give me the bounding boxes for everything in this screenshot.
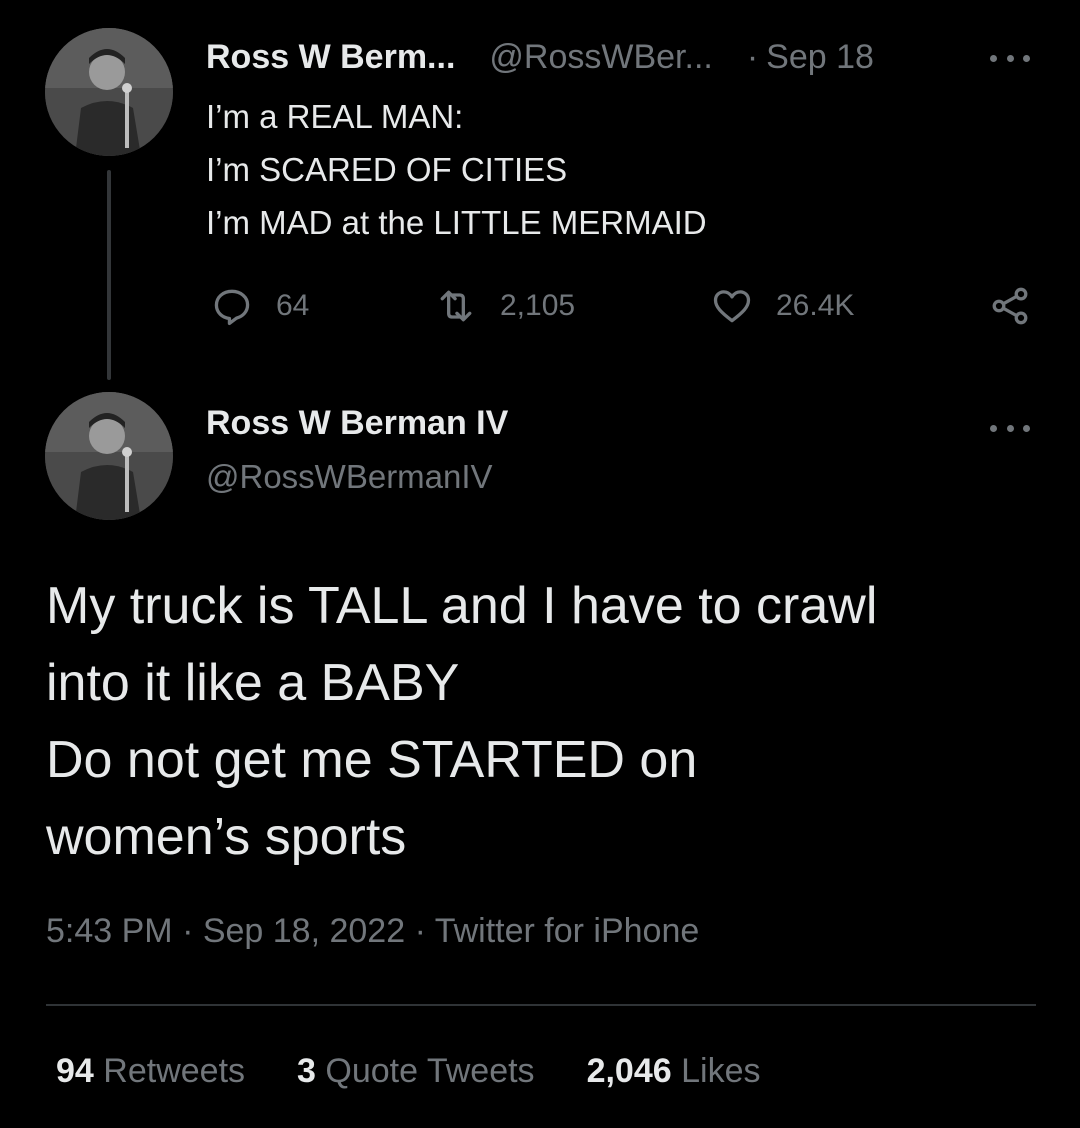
quote-tweets-stat[interactable]: 3 Quote Tweets [297, 1052, 535, 1091]
reply-icon [214, 289, 250, 326]
like-count: 26.4K [776, 289, 855, 322]
likes-stat[interactable]: 2,046 Likes [587, 1052, 761, 1091]
profile-photo [45, 392, 173, 520]
tweet-date[interactable]: Sep 18 [766, 38, 874, 77]
like-button[interactable]: 26.4K [710, 284, 854, 328]
more-icon[interactable] [990, 48, 1030, 68]
display-name[interactable]: Ross W Berman IV [206, 404, 508, 443]
avatar[interactable] [45, 392, 173, 520]
tweet-line: I’m MAD at the LITTLE MERMAID [206, 204, 707, 241]
share-icon [992, 287, 1028, 325]
quotes-count: 3 [297, 1052, 316, 1090]
likes-label: Likes [681, 1052, 761, 1090]
display-name[interactable]: Ross W Berm... [206, 38, 455, 77]
handle[interactable]: @RossWBer... [489, 38, 712, 77]
avatar[interactable] [45, 28, 173, 156]
retweet-icon [440, 290, 472, 322]
divider [46, 1004, 1036, 1006]
tweet-line: women’s sports [46, 808, 407, 866]
retweets-stat[interactable]: 94 Retweets [56, 1052, 245, 1091]
main-tweet-text: My truck is TALL and I have to crawl int… [46, 568, 1046, 876]
tweet-line: My truck is TALL and I have to crawl [46, 577, 878, 635]
parent-tweet-text: I’m a REAL MAN: I’m SCARED OF CITIES I’m… [206, 90, 707, 249]
handle[interactable]: @RossWBermanIV [206, 458, 493, 496]
tweet-stats: 94 Retweets 3 Quote Tweets 2,046 Likes [56, 1052, 812, 1091]
thread-connector [107, 170, 111, 380]
retweets-label: Retweets [103, 1052, 246, 1090]
retweets-count: 94 [56, 1052, 94, 1090]
tweet-line: I’m SCARED OF CITIES [206, 151, 568, 188]
more-icon[interactable] [990, 418, 1030, 438]
share-button[interactable] [988, 284, 1054, 328]
quotes-label: Quote Tweets [325, 1052, 535, 1090]
tweet-line: Do not get me STARTED on [46, 731, 698, 789]
retweet-count: 2,105 [500, 289, 576, 322]
tweet-timestamp[interactable]: 5:43 PM · Sep 18, 2022 · Twitter for iPh… [46, 912, 699, 951]
likes-count: 2,046 [586, 1052, 672, 1090]
reply-button[interactable]: 64 [210, 284, 309, 328]
parent-tweet-header: Ross W Berm... @RossWBer... · Sep 18 [206, 32, 946, 82]
tweet-line: into it like a BABY [46, 654, 460, 712]
heart-icon [713, 290, 751, 323]
tweet-line: I’m a REAL MAN: [206, 98, 464, 135]
profile-photo [45, 28, 173, 156]
separator-dot: · [746, 37, 759, 76]
retweet-button[interactable]: 2,105 [434, 284, 575, 328]
reply-count: 64 [276, 289, 310, 322]
